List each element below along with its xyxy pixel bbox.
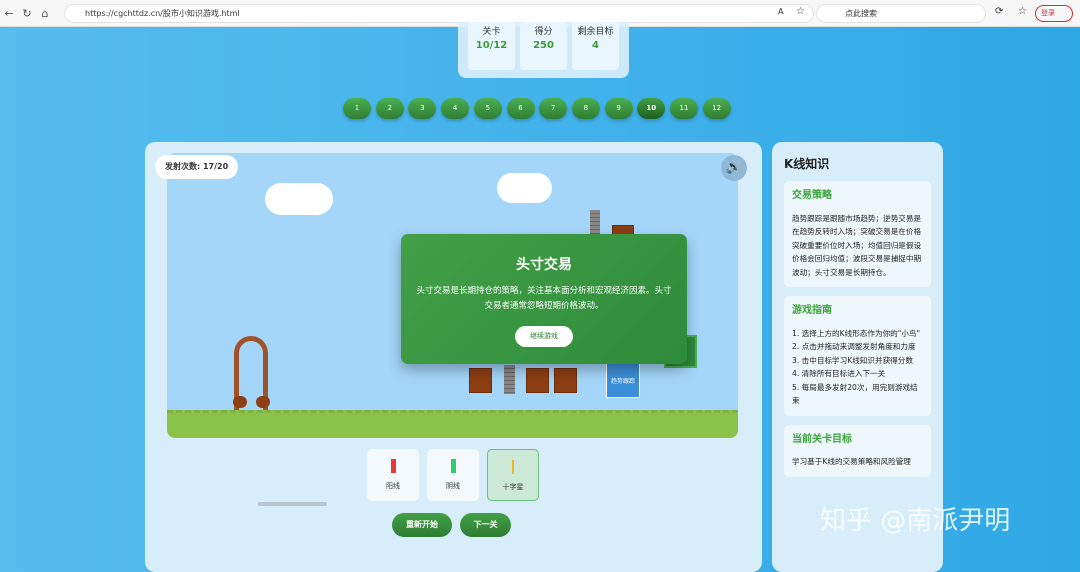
pillar (504, 365, 515, 394)
extensions-icon[interactable]: ⟳ (995, 6, 1003, 17)
candlestick-icon (512, 460, 514, 474)
level-button-3[interactable]: 3 (408, 98, 437, 119)
stat-targets: 剩余目标 4 (572, 22, 619, 70)
candle-label: 十字星 (502, 483, 524, 491)
target-block (469, 368, 492, 393)
modal-text: 头寸交易是长期持仓的策略，关注基本面分析和宏观经济因素。头寸交易者通常忽略短期价… (416, 286, 672, 311)
target-block (526, 368, 549, 393)
candle-label: 阴线 (446, 482, 460, 490)
level-button-12[interactable]: 12 (702, 98, 731, 119)
modal-title: 头寸交易 (516, 257, 572, 273)
restart-button[interactable]: 重新开始 (392, 513, 452, 537)
address-bar[interactable]: https://cgchttdz.cn/股市小知识游戏.html (64, 4, 814, 23)
target-block (554, 368, 577, 393)
cloud (497, 173, 552, 203)
knowledge-modal: 头寸交易 头寸交易是长期持仓的策略，关注基本面分析和宏观经济因素。头寸交易者通常… (401, 234, 687, 364)
level-button-4[interactable]: 4 (441, 98, 470, 119)
stat-value: 10/12 (475, 40, 508, 51)
level-button-6[interactable]: 6 (506, 98, 535, 119)
scrollbar[interactable] (258, 502, 327, 506)
cloud (265, 183, 333, 215)
card-title: 交易策略 (792, 190, 832, 201)
stat-value: 250 (533, 40, 554, 51)
ground (167, 410, 738, 438)
stat-label: 关卡 (482, 27, 501, 37)
level-button-8[interactable]: 8 (571, 98, 600, 119)
level-button-2[interactable]: 2 (375, 98, 404, 119)
level-button-7[interactable]: 7 (539, 98, 568, 119)
stat-label: 得分 (534, 27, 553, 37)
refresh-icon[interactable]: ↻ (18, 7, 36, 20)
target-label-block: 趋势跟踪 (606, 363, 640, 398)
search-input[interactable]: 点此搜索 (816, 4, 986, 23)
card-title: 游戏指南 (792, 305, 832, 316)
candle-option[interactable]: 阴线 (427, 449, 479, 501)
guide-card: 游戏指南 1. 选择上方的K线形态作为你的"小鸟" 2. 点击并拖动来调整发射角… (784, 296, 931, 416)
level-button-5[interactable]: 5 (473, 98, 502, 119)
shots-counter: 发射次数: 17/20 (155, 155, 239, 179)
read-aloud-icon[interactable]: A (778, 7, 783, 16)
sound-icon[interactable]: 🔊 (721, 155, 747, 181)
guide-item: 4. 清除所有目标进入下一关 (792, 369, 886, 378)
level-button-1[interactable]: 1 (343, 98, 371, 119)
candle-label: 阳线 (386, 482, 400, 490)
card-title: 当前关卡目标 (792, 433, 852, 445)
strategy-card: 交易策略趋势跟踪是跟随市场趋势；逆势交易是在趋势反转时入场；突破交易是在价格突破… (784, 181, 931, 287)
card-text: 学习基于K线的交易策略和风险管理 (792, 457, 911, 466)
slingshot-base (256, 396, 270, 408)
candle-option[interactable]: 阳线 (367, 449, 419, 501)
level-button-10[interactable]: 10 (637, 98, 666, 119)
sidebar-title: K线知识 (784, 157, 830, 171)
next-level-button[interactable]: 下一关 (460, 513, 511, 537)
favorite-icon[interactable]: ☆ (796, 6, 805, 17)
guide-item: 1. 选择上方的K线形态作为你的"小鸟" (792, 328, 920, 338)
favorites-icon[interactable]: ☆ (1018, 6, 1027, 17)
level-button-9[interactable]: 9 (604, 98, 633, 119)
login-button[interactable]: 登录 (1035, 5, 1073, 22)
guide-item: 2. 点击并拖动来调整发射角度和力度 (792, 342, 916, 351)
stat-score: 得分 250 (520, 22, 567, 70)
continue-button[interactable]: 继续游戏 (515, 326, 573, 347)
stat-level: 关卡 10/12 (468, 22, 515, 70)
guide-item: 3. 击中目标学习K线知识并获得分数 (792, 355, 913, 365)
candlestick-icon (390, 459, 396, 473)
candlestick-icon (450, 459, 456, 473)
candle-option[interactable]: 十字星 (487, 449, 539, 501)
stats-panel: 关卡 10/12 得分 250 剩余目标 4 (458, 22, 629, 78)
level-button-11[interactable]: 11 (670, 98, 698, 119)
card-text: 趋势跟踪是跟随市场趋势；逆势交易是在趋势反转时入场；突破交易是在价格突破重要价位… (792, 213, 922, 277)
back-icon[interactable]: ← (0, 7, 18, 20)
current-level-card: 当前关卡目标学习基于K线的交易策略和风险管理 (784, 424, 931, 477)
guide-item: 5. 每局最多发射20次，用完则游戏结束 (792, 382, 918, 406)
stat-value: 4 (592, 40, 599, 51)
stat-label: 剩余目标 (577, 27, 614, 37)
home-icon[interactable]: ⌂ (36, 7, 54, 20)
watermark: 知乎 @南派尹明 (820, 506, 1011, 536)
slingshot-base (233, 396, 247, 408)
